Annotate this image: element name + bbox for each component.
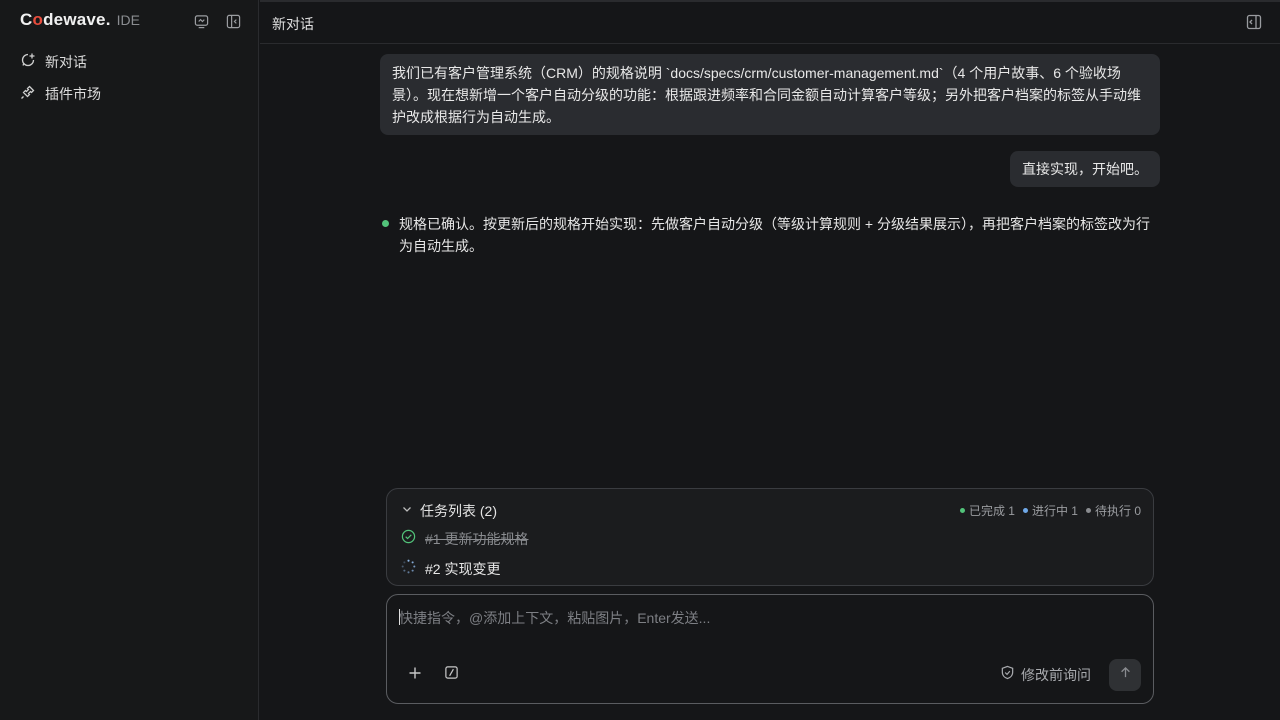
slash-command-button[interactable] <box>440 664 462 686</box>
check-circle-icon <box>401 529 416 549</box>
toggle-panel-icon[interactable] <box>1246 14 1264 32</box>
assistant-message-text: 规格已确认。按更新后的规格开始实现：先做客户自动分级（等级计算规则 + 分级结果… <box>399 216 1150 254</box>
message-input[interactable] <box>399 608 1139 648</box>
send-button[interactable] <box>1109 659 1141 691</box>
sidebar: Codewave. IDE 新对话 插件市场 <box>0 0 259 720</box>
arrow-up-icon <box>1119 666 1132 684</box>
completed-dot-icon <box>959 508 965 513</box>
monitor-chat-icon[interactable] <box>192 12 210 30</box>
status-dot-icon <box>382 220 389 227</box>
logo-wordmark: Codewave. <box>20 10 111 29</box>
assistant-message: 规格已确认。按更新后的规格开始实现：先做客户自动分级（等级计算规则 + 分级结果… <box>382 213 1162 257</box>
sidebar-nav: 新对话 插件市场 <box>20 51 240 115</box>
pending-dot-icon <box>1085 508 1091 513</box>
stat-pending: 待执行 0 <box>1085 502 1141 519</box>
sidebar-item-plugin-market[interactable]: 插件市场 <box>20 83 240 105</box>
sidebar-item-new-chat[interactable]: 新对话 <box>20 51 240 73</box>
sidebar-item-label: 插件市场 <box>45 86 101 102</box>
task-label: #1 更新功能规格 <box>425 531 529 547</box>
task-label: #2 实现变更 <box>425 561 501 577</box>
task-list-panel: 任务列表 (2) 已完成 1 进行中 1 待执行 0 #1 更新功能规格 #2 … <box>386 488 1154 586</box>
slash-command-icon <box>444 665 459 685</box>
text-caret <box>399 609 400 625</box>
stat-completed: 已完成 1 <box>959 502 1015 519</box>
collapse-sidebar-icon[interactable] <box>224 12 242 30</box>
app-logo: Codewave. IDE <box>20 10 140 32</box>
main-panel: 新对话 我们已有客户管理系统（CRM）的规格说明 `docs/specs/crm… <box>260 0 1280 720</box>
app-window: Codewave. IDE 新对话 插件市场 新对话 我们已有客户管理系统（CR… <box>0 0 1280 720</box>
page-title: 新对话 <box>272 16 314 32</box>
plus-icon <box>408 666 422 685</box>
ask-before-edit-label: 修改前询问 <box>1021 667 1091 683</box>
header-bar: 新对话 <box>260 0 1280 44</box>
task-item: #2 实现变更 <box>401 559 500 579</box>
ask-before-edit-toggle[interactable]: 修改前询问 <box>1000 665 1091 685</box>
chevron-down-icon <box>401 502 413 520</box>
task-list-title: 任务列表 (2) <box>420 503 497 519</box>
spinner-icon <box>401 559 416 579</box>
sidebar-toolbar <box>192 12 242 30</box>
new-chat-icon <box>20 52 36 73</box>
shield-check-icon <box>1000 665 1015 685</box>
task-item: #1 更新功能规格 <box>401 529 528 549</box>
in-progress-dot-icon <box>1022 508 1028 513</box>
logo-suffix: IDE <box>116 12 140 28</box>
plugin-icon <box>20 84 36 105</box>
user-message: 直接实现，开始吧。 <box>1010 151 1160 187</box>
user-message: 我们已有客户管理系统（CRM）的规格说明 `docs/specs/crm/cus… <box>380 54 1160 135</box>
task-stats: 已完成 1 进行中 1 待执行 0 <box>959 502 1141 519</box>
stat-in-progress: 进行中 1 <box>1022 502 1078 519</box>
add-attachment-button[interactable] <box>404 664 426 686</box>
task-list-toggle[interactable]: 任务列表 (2) <box>401 501 497 521</box>
message-composer: 修改前询问 <box>386 594 1154 704</box>
sidebar-item-label: 新对话 <box>45 54 87 70</box>
